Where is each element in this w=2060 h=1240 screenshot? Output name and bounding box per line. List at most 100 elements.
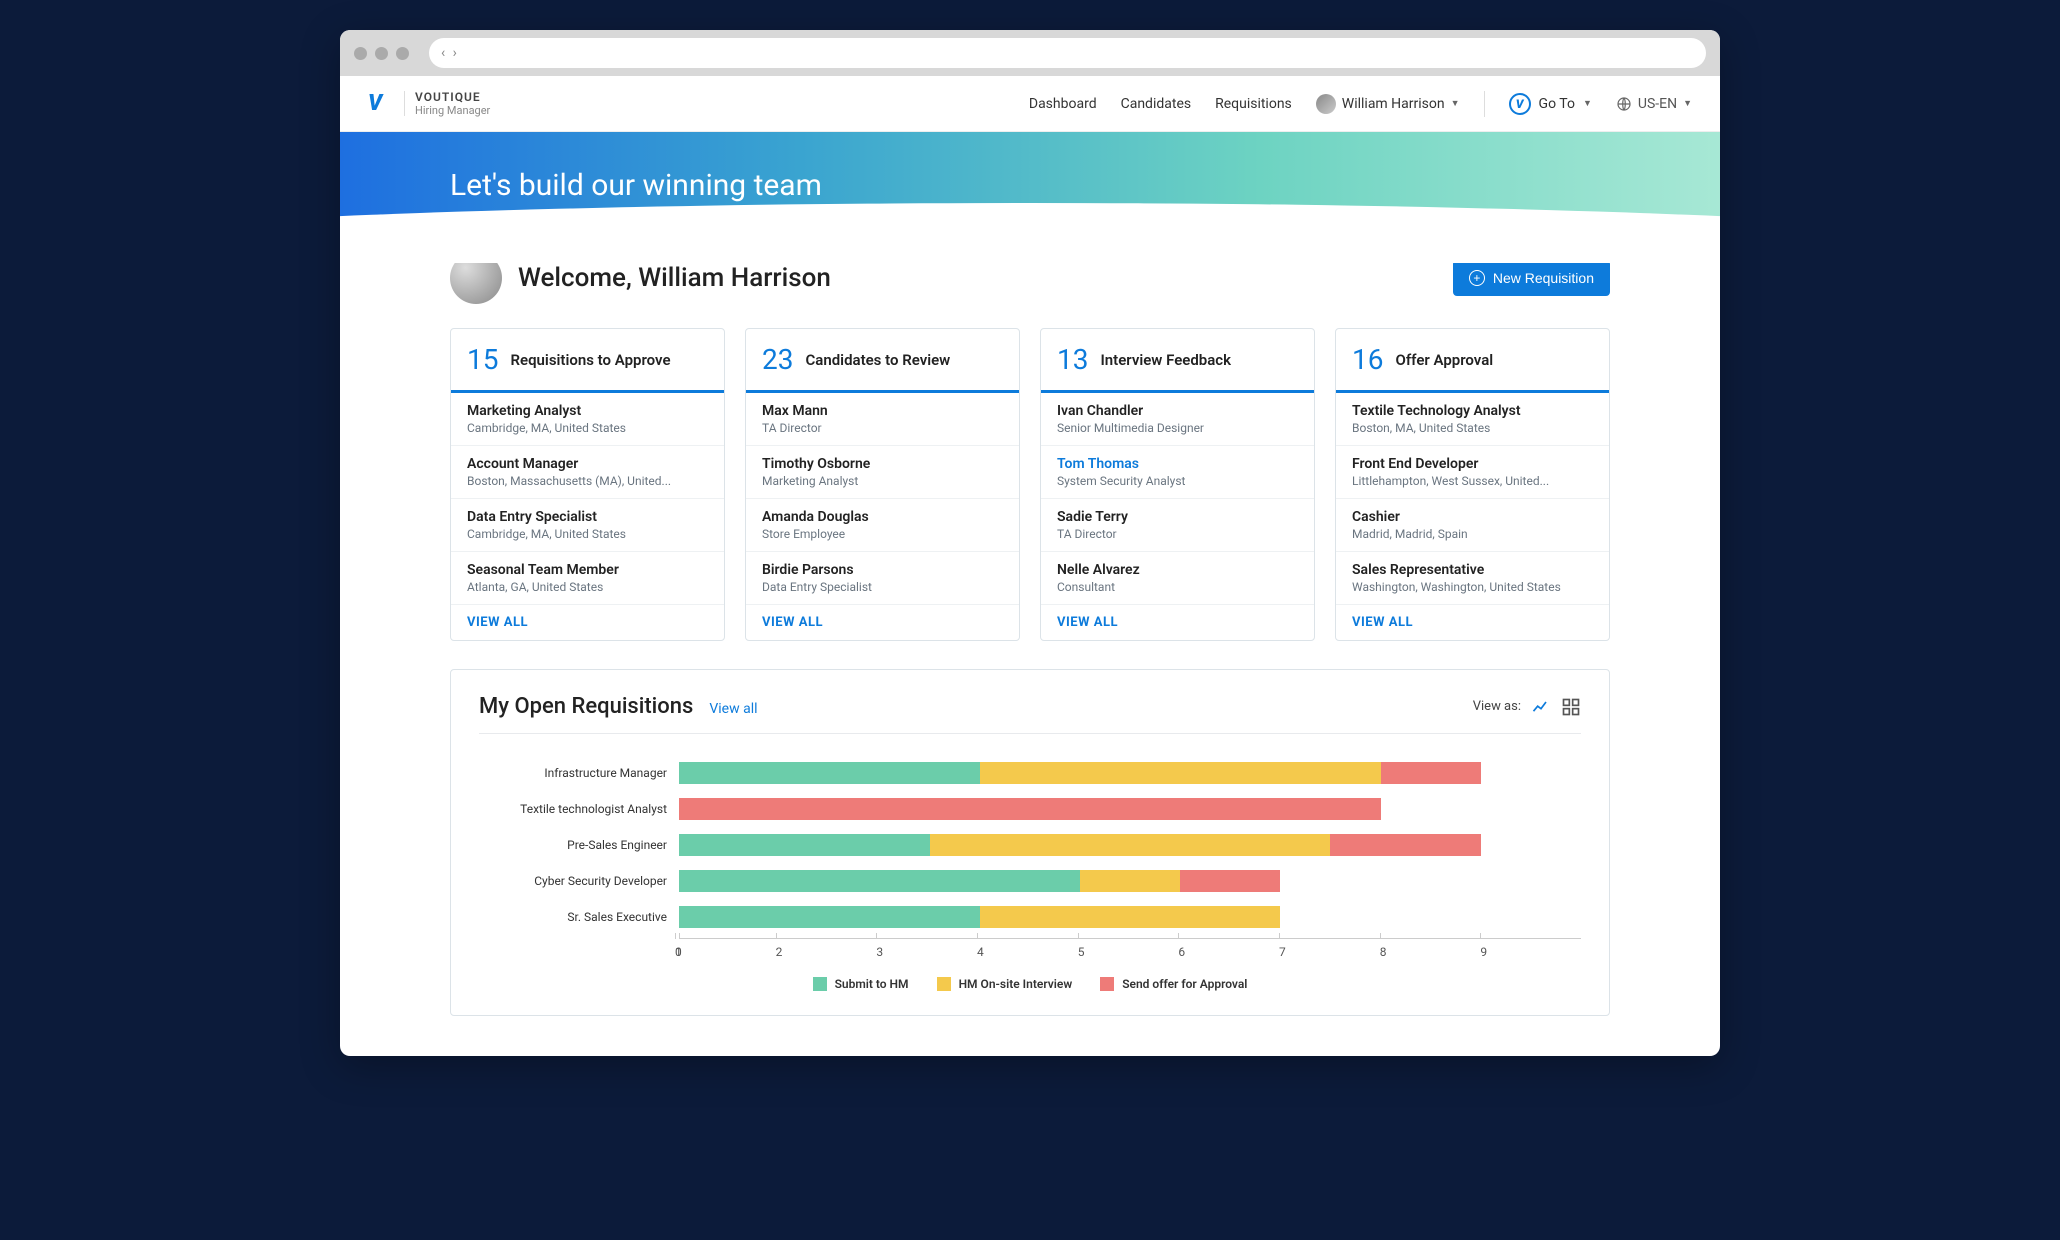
legend-swatch-icon [937, 977, 951, 991]
chart-row: Textile technologist Analyst [479, 794, 1581, 824]
grid-view-icon[interactable] [1561, 697, 1581, 717]
item-title: Textile Technology Analyst [1352, 403, 1593, 419]
plus-circle-icon: + [1469, 270, 1485, 286]
avatar-icon [1316, 94, 1336, 114]
chart-segment [980, 906, 1281, 928]
item-subtitle: Marketing Analyst [762, 474, 1003, 488]
card-item[interactable]: Sadie Terry TA Director [1041, 499, 1314, 552]
card-item[interactable]: Tom Thomas System Security Analyst [1041, 446, 1314, 499]
nav-back-forward-icon[interactable]: ‹ › [441, 45, 459, 61]
divider [1484, 91, 1485, 117]
card-item[interactable]: Amanda Douglas Store Employee [746, 499, 1019, 552]
chart-category-label: Textile technologist Analyst [479, 802, 679, 816]
item-subtitle: Washington, Washington, United States [1352, 580, 1593, 594]
logo-text: VOUTIQUE Hiring Manager [404, 91, 490, 116]
chart-segment [679, 762, 980, 784]
card-item[interactable]: Ivan Chandler Senior Multimedia Designer [1041, 393, 1314, 446]
goto-menu[interactable]: V Go To ▼ [1509, 93, 1592, 115]
item-subtitle: TA Director [762, 421, 1003, 435]
card-item[interactable]: Cashier Madrid, Madrid, Spain [1336, 499, 1609, 552]
divider [479, 733, 1581, 734]
chart-segment [1330, 834, 1480, 856]
chart-x-axis: 0123456789 [679, 938, 1581, 959]
chart-bar[interactable] [679, 906, 1581, 928]
card-item[interactable]: Front End Developer Littlehampton, West … [1336, 446, 1609, 499]
axis-tick: 1 [675, 939, 776, 959]
requisitions-chart: Infrastructure Manager Textile technologi… [479, 758, 1581, 938]
summary-card: 23 Candidates to ReviewMax Mann TA Direc… [745, 328, 1020, 641]
item-subtitle: TA Director [1057, 527, 1298, 541]
nav-dashboard[interactable]: Dashboard [1029, 96, 1097, 112]
view-all-link[interactable]: VIEW ALL [1041, 604, 1314, 640]
chart-segment [679, 906, 980, 928]
panel-view-all-link[interactable]: View all [709, 701, 757, 717]
item-title: Nelle Alvarez [1057, 562, 1298, 578]
chart-segment [930, 834, 1331, 856]
locale-menu[interactable]: US-EN ▼ [1616, 96, 1692, 112]
top-nav: V VOUTIQUE Hiring Manager Dashboard Cand… [340, 76, 1720, 132]
chart-bar[interactable] [679, 834, 1581, 856]
legend-label: HM On-site Interview [959, 977, 1073, 991]
card-count: 15 [467, 343, 498, 376]
app-window: ‹ › V VOUTIQUE Hiring Manager Dashboard … [340, 30, 1720, 1056]
view-all-link[interactable]: VIEW ALL [451, 604, 724, 640]
legend-item: HM On-site Interview [937, 977, 1073, 991]
chart-row: Pre-Sales Engineer [479, 830, 1581, 860]
chart-segment [1080, 870, 1180, 892]
logo-mark-icon: V [368, 91, 394, 117]
item-title: Ivan Chandler [1057, 403, 1298, 419]
user-menu[interactable]: William Harrison ▼ [1316, 94, 1460, 114]
card-item[interactable]: Timothy Osborne Marketing Analyst [746, 446, 1019, 499]
card-item[interactable]: Birdie Parsons Data Entry Specialist [746, 552, 1019, 604]
item-title: Seasonal Team Member [467, 562, 708, 578]
item-subtitle: Boston, Massachusetts (MA), United... [467, 474, 708, 488]
nav-candidates[interactable]: Candidates [1121, 96, 1192, 112]
card-item[interactable]: Account Manager Boston, Massachusetts (M… [451, 446, 724, 499]
card-item[interactable]: Seasonal Team Member Atlanta, GA, United… [451, 552, 724, 604]
item-title: Sales Representative [1352, 562, 1593, 578]
chart-category-label: Infrastructure Manager [479, 766, 679, 780]
maximize-dot[interactable] [396, 47, 409, 60]
axis-tick: 9 [1480, 939, 1581, 959]
axis-tick: 4 [977, 939, 1078, 959]
card-item[interactable]: Sales Representative Washington, Washing… [1336, 552, 1609, 604]
card-item[interactable]: Textile Technology Analyst Boston, MA, U… [1336, 393, 1609, 446]
axis-tick: 3 [876, 939, 977, 959]
chart-segment [1381, 762, 1481, 784]
card-item[interactable]: Max Mann TA Director [746, 393, 1019, 446]
chart-bar[interactable] [679, 798, 1581, 820]
card-item[interactable]: Nelle Alvarez Consultant [1041, 552, 1314, 604]
item-title: Marketing Analyst [467, 403, 708, 419]
chart-legend: Submit to HMHM On-site InterviewSend off… [479, 977, 1581, 991]
view-all-link[interactable]: VIEW ALL [746, 604, 1019, 640]
logo[interactable]: V VOUTIQUE Hiring Manager [368, 91, 490, 117]
item-subtitle: Boston, MA, United States [1352, 421, 1593, 435]
globe-icon [1616, 96, 1632, 112]
item-subtitle: Data Entry Specialist [762, 580, 1003, 594]
card-item[interactable]: Marketing Analyst Cambridge, MA, United … [451, 393, 724, 446]
axis-tick: 7 [1279, 939, 1380, 959]
legend-label: Send offer for Approval [1122, 977, 1247, 991]
minimize-dot[interactable] [375, 47, 388, 60]
summary-card: 15 Requisitions to ApproveMarketing Anal… [450, 328, 725, 641]
card-item[interactable]: Data Entry Specialist Cambridge, MA, Uni… [451, 499, 724, 552]
legend-item: Send offer for Approval [1100, 977, 1247, 991]
chart-bar[interactable] [679, 762, 1581, 784]
chart-view-icon[interactable] [1531, 697, 1551, 717]
welcome-text: Welcome, William Harrison [518, 263, 831, 293]
close-dot[interactable] [354, 47, 367, 60]
chart-bar[interactable] [679, 870, 1581, 892]
goto-brand-icon: V [1509, 93, 1531, 115]
url-bar[interactable]: ‹ › [429, 38, 1706, 68]
summary-card: 13 Interview FeedbackIvan Chandler Senio… [1040, 328, 1315, 641]
browser-chrome-bar: ‹ › [340, 30, 1720, 76]
panel-title: My Open Requisitions [479, 694, 693, 719]
item-title: Front End Developer [1352, 456, 1593, 472]
chart-segment [679, 798, 1381, 820]
nav-requisitions[interactable]: Requisitions [1215, 96, 1292, 112]
hero-title: Let's build our winning team [450, 168, 822, 203]
new-requisition-button[interactable]: + New Requisition [1453, 260, 1610, 296]
main-content: Welcome, William Harrison + New Requisit… [340, 252, 1720, 1056]
item-title: Tom Thomas [1057, 456, 1298, 472]
view-all-link[interactable]: VIEW ALL [1336, 604, 1609, 640]
